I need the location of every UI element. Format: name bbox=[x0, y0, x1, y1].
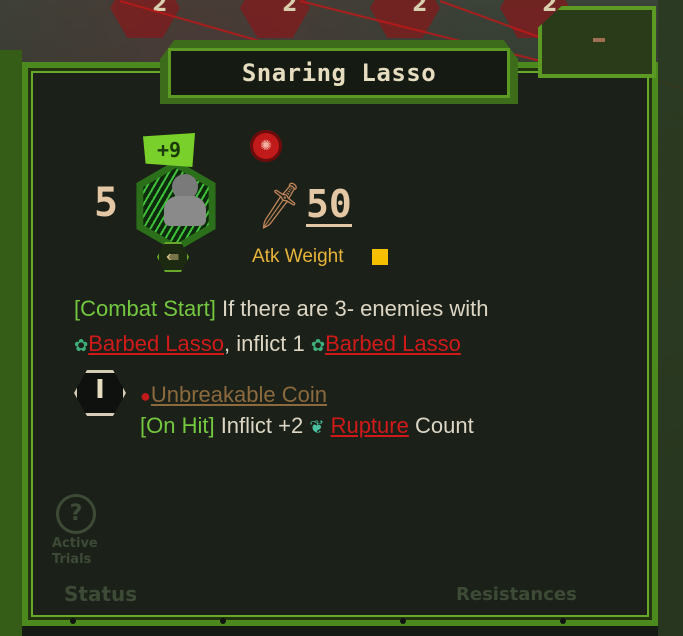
pierce-icon: ⇚ bbox=[166, 247, 180, 266]
unbreakable-coin-icon: ● bbox=[140, 386, 151, 406]
coin-numeral: I bbox=[95, 375, 105, 405]
faded-resistances-label: Resistances bbox=[456, 584, 577, 605]
sword-icon: 🗡 bbox=[250, 178, 309, 234]
title-box: Snaring Lasso bbox=[168, 48, 510, 98]
attack-value: 50 bbox=[306, 182, 352, 227]
coin-name-line: ●Unbreakable Coin bbox=[140, 382, 327, 408]
faded-active-trials-label: Active Trials bbox=[52, 536, 98, 567]
coin-power-value: 5 bbox=[94, 180, 119, 226]
description-text: , inflict 1 bbox=[224, 331, 311, 356]
tooltip-corner-tab bbox=[538, 6, 656, 78]
bound-figure-body bbox=[164, 196, 206, 226]
skill-level-badge: +9 bbox=[143, 133, 195, 167]
skill-description: [Combat Start] If there are 3- enemies w… bbox=[74, 291, 594, 363]
atk-weight-square bbox=[372, 249, 388, 265]
rivet bbox=[560, 618, 566, 624]
description-text: If there are 3- enemies with bbox=[215, 296, 489, 321]
rivet bbox=[400, 618, 406, 624]
rupture-keyword[interactable]: Rupture bbox=[331, 413, 409, 438]
atk-weight-label: Atk Weight bbox=[252, 246, 344, 267]
bg-number: 2 bbox=[412, 0, 428, 17]
sin-affinity-icon[interactable]: ✺ bbox=[250, 130, 282, 162]
on-hit-tag: [On Hit] bbox=[140, 413, 215, 438]
faded-help-icon: ? bbox=[56, 494, 96, 534]
rupture-icon: ❦ bbox=[309, 417, 325, 437]
combat-start-tag: [Combat Start] bbox=[74, 296, 216, 321]
barbed-lasso-icon: ✿ bbox=[74, 336, 89, 355]
skill-title: Snaring Lasso bbox=[241, 59, 437, 87]
barbed-lasso-keyword[interactable]: Barbed Lasso bbox=[88, 331, 224, 356]
rivet bbox=[70, 618, 76, 624]
coin-effect-text: Inflict +2 bbox=[214, 413, 310, 438]
bg-number: 2 bbox=[282, 0, 298, 17]
barbed-lasso-keyword[interactable]: Barbed Lasso bbox=[325, 331, 461, 356]
frame-left-edge bbox=[0, 50, 22, 636]
coin-effect-tail: Count bbox=[408, 413, 474, 438]
faded-status-label: Status bbox=[64, 582, 138, 606]
unbreakable-coin-keyword[interactable]: Unbreakable Coin bbox=[151, 382, 327, 407]
coin-effect-line: [On Hit] Inflict +2 ❦ Rupture Count bbox=[140, 413, 474, 439]
barbed-lasso-icon: ✿ bbox=[310, 336, 326, 355]
skill-level-text: +9 bbox=[156, 138, 182, 162]
minimize-mark[interactable] bbox=[593, 38, 605, 42]
rivet bbox=[220, 618, 226, 624]
frame-right-edge bbox=[658, 0, 683, 636]
